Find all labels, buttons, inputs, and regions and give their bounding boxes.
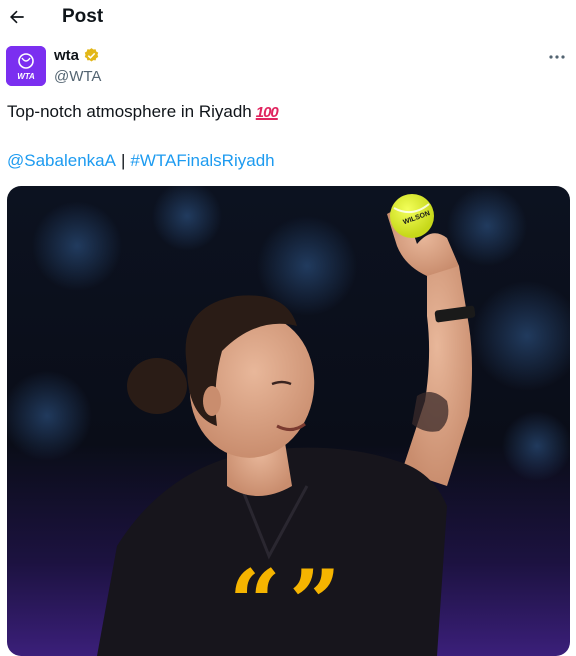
post-header: Post bbox=[0, 0, 576, 38]
author-name-row: wta bbox=[54, 47, 100, 64]
tweet-tags: @SabalenkaA | #WTAFinalsRiyadh bbox=[7, 151, 275, 171]
arrow-left-icon bbox=[10, 10, 24, 24]
tweet-media-image[interactable]: WILSON “ ” bbox=[7, 186, 570, 656]
page-title: Post bbox=[62, 6, 104, 27]
back-button[interactable] bbox=[6, 6, 28, 28]
svg-text:WTA: WTA bbox=[17, 72, 35, 81]
avatar[interactable]: WTA bbox=[6, 46, 46, 86]
hundred-points-emoji: 100 bbox=[255, 103, 279, 121]
gold-verified-badge-icon bbox=[84, 48, 99, 62]
tweet-body: Top-notch atmosphere in Riyadh bbox=[7, 102, 252, 121]
mention-link[interactable]: @SabalenkaA bbox=[7, 151, 116, 171]
tweet-text: Top-notch atmosphere in Riyadh 100 bbox=[7, 102, 279, 122]
more-button[interactable] bbox=[546, 50, 568, 64]
more-horizontal-icon bbox=[549, 55, 565, 59]
wta-logo-icon: WTA bbox=[6, 46, 46, 86]
separator: | bbox=[120, 151, 126, 170]
author-display-name[interactable]: wta bbox=[54, 47, 79, 64]
hashtag-link[interactable]: #WTAFinalsRiyadh bbox=[130, 151, 274, 171]
svg-text:”: ” bbox=[289, 550, 341, 656]
author-handle[interactable]: @WTA bbox=[54, 68, 101, 85]
svg-text:“: “ bbox=[229, 550, 281, 656]
